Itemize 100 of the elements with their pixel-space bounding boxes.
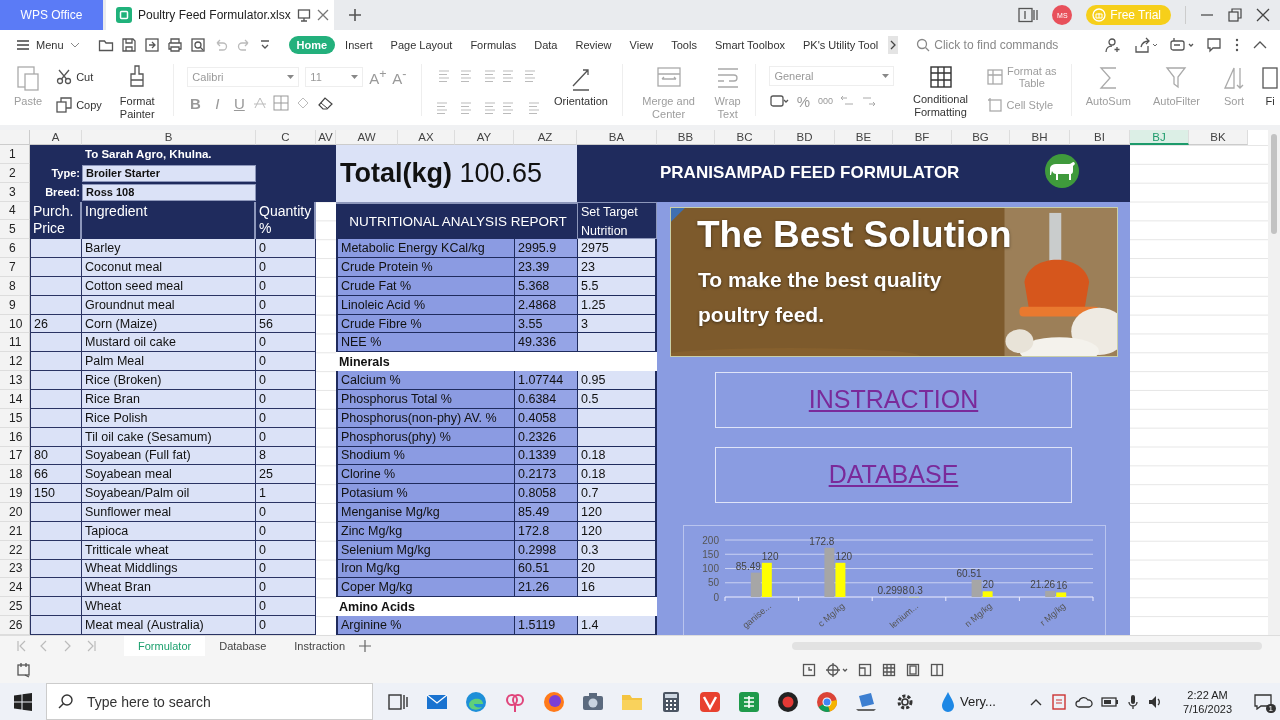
column-header[interactable]: BD (775, 130, 835, 145)
comment-icon[interactable] (1206, 37, 1222, 53)
column-header[interactable]: C (256, 130, 316, 145)
menu-tab[interactable]: Insert (337, 36, 381, 54)
app-tab[interactable]: WPS Office (0, 0, 103, 30)
column-header[interactable]: BC (715, 130, 775, 145)
orientation-button[interactable]: Orientation (554, 64, 608, 108)
column-header[interactable]: BE (835, 130, 893, 145)
column-header[interactable]: BI (1070, 130, 1130, 145)
page-view-icon[interactable] (906, 662, 920, 677)
laptop-icon[interactable] (855, 690, 877, 713)
row-header[interactable]: 25 (0, 597, 30, 617)
plus-icon[interactable] (348, 8, 362, 22)
column-header[interactable]: BF (893, 130, 952, 145)
row-header[interactable]: 7 (0, 258, 30, 277)
menu-tab[interactable]: View (621, 36, 662, 54)
column-header[interactable]: BH (1010, 130, 1070, 145)
restore-icon[interactable] (1228, 8, 1242, 22)
windows-icon[interactable] (14, 692, 32, 711)
row-header[interactable]: 6 (0, 239, 30, 259)
chevron-right-icon[interactable] (888, 36, 899, 54)
column-header[interactable]: BB (657, 130, 715, 145)
copy-button[interactable]: Copy (56, 94, 102, 116)
grid-icon (928, 64, 953, 90)
share-icon[interactable] (1134, 37, 1158, 53)
column-header[interactable]: B (82, 130, 256, 145)
window-icon[interactable] (1018, 7, 1039, 23)
sheet-tab[interactable]: Database (205, 635, 281, 657)
battery-icon[interactable] (1101, 694, 1120, 709)
plus-icon[interactable] (359, 640, 372, 652)
chrome-icon[interactable] (816, 690, 838, 713)
close-icon[interactable] (1256, 8, 1270, 22)
row-header[interactable]: 26 (0, 616, 30, 635)
menu-tab[interactable]: PK's Utility Tool (795, 36, 887, 54)
clock-time[interactable]: 2:22 AM (1187, 687, 1228, 702)
microphone-icon[interactable] (1127, 693, 1140, 710)
column-header[interactable]: A (30, 130, 82, 145)
normal-view-icon[interactable] (882, 662, 896, 677)
row-header[interactable]: 13 (0, 371, 30, 390)
task-icon[interactable] (1170, 37, 1194, 53)
crosshair-icon[interactable] (826, 662, 848, 677)
timer-icon[interactable] (802, 662, 816, 677)
menu-tab[interactable]: Data (526, 36, 566, 54)
row-header[interactable]: 11 (0, 333, 30, 353)
macro-icon[interactable] (16, 661, 32, 678)
banner-headline: The Best Solution (697, 213, 1012, 256)
menu-tab[interactable]: Review (567, 36, 620, 54)
menu-button[interactable]: Menu (16, 39, 80, 51)
column-header[interactable]: BK (1189, 130, 1248, 145)
print-icon[interactable] (166, 37, 183, 53)
cloud-icon[interactable] (1075, 694, 1094, 709)
monitor-icon[interactable] (296, 8, 311, 22)
add-user-icon[interactable] (1104, 37, 1122, 53)
column-header[interactable]: BG (952, 130, 1010, 145)
menu-tab[interactable]: Formulas (462, 36, 525, 54)
notification-icon[interactable] (1254, 693, 1272, 710)
column-header[interactable]: AZ (514, 130, 577, 145)
value-cell: 0.8058 (514, 484, 577, 504)
export-icon[interactable] (143, 37, 160, 53)
fox-browser-icon[interactable] (543, 690, 565, 713)
camera-icon[interactable] (582, 690, 604, 713)
browser-icon[interactable] (465, 690, 487, 713)
row-header[interactable]: 1 (0, 145, 30, 164)
column-header[interactable]: AV (316, 130, 336, 145)
row-header[interactable]: 19 (0, 484, 30, 504)
row-header[interactable]: 20 (0, 503, 30, 522)
menu-tab[interactable]: Page Layout (382, 36, 461, 54)
break-view-icon[interactable] (930, 662, 944, 677)
more-icon[interactable] (1234, 37, 1240, 53)
format-painter-button[interactable]: Format Painter (115, 64, 159, 121)
row-header[interactable]: 12 (0, 352, 30, 372)
currency-icon[interactable] (769, 93, 790, 109)
document-tab[interactable]: Poultry Feed Formulator.xlsx (106, 0, 334, 30)
document-icon[interactable] (1051, 693, 1068, 710)
menu-tab[interactable]: Smart Toolbox (706, 36, 793, 54)
clock-date[interactable]: 7/16/2023 (1183, 701, 1232, 716)
office-icon[interactable] (699, 690, 721, 713)
search-field[interactable]: Type here to search (46, 683, 373, 720)
cut-button[interactable]: Cut (56, 66, 102, 88)
row-header[interactable]: 24 (0, 578, 30, 598)
search-field[interactable]: Click to find commands (934, 38, 1085, 52)
sheet-tab[interactable]: Instraction (280, 635, 360, 657)
row-header[interactable]: 5 (0, 220, 30, 240)
spreadsheet-app-icon[interactable] (738, 690, 760, 713)
weather-text[interactable]: Very... (960, 694, 996, 709)
conditional-formatting-button[interactable]: Conditional Formatting (908, 64, 973, 119)
preview-icon[interactable] (189, 37, 206, 53)
column-header[interactable]: BA (577, 130, 657, 145)
freeze-icon[interactable] (858, 662, 872, 677)
column-header[interactable]: AX (398, 130, 455, 145)
column-header[interactable]: AW (336, 130, 398, 145)
calculator-icon[interactable] (660, 690, 682, 713)
folder-icon[interactable] (97, 37, 114, 53)
menu-tab[interactable]: Tools (663, 36, 705, 54)
close-icon[interactable] (316, 9, 329, 21)
save-icon[interactable] (120, 37, 137, 53)
row-header[interactable]: 18 (0, 465, 30, 485)
caret-icon (69, 40, 80, 50)
record-icon[interactable] (777, 690, 799, 713)
column-header[interactable]: AY (455, 130, 514, 145)
